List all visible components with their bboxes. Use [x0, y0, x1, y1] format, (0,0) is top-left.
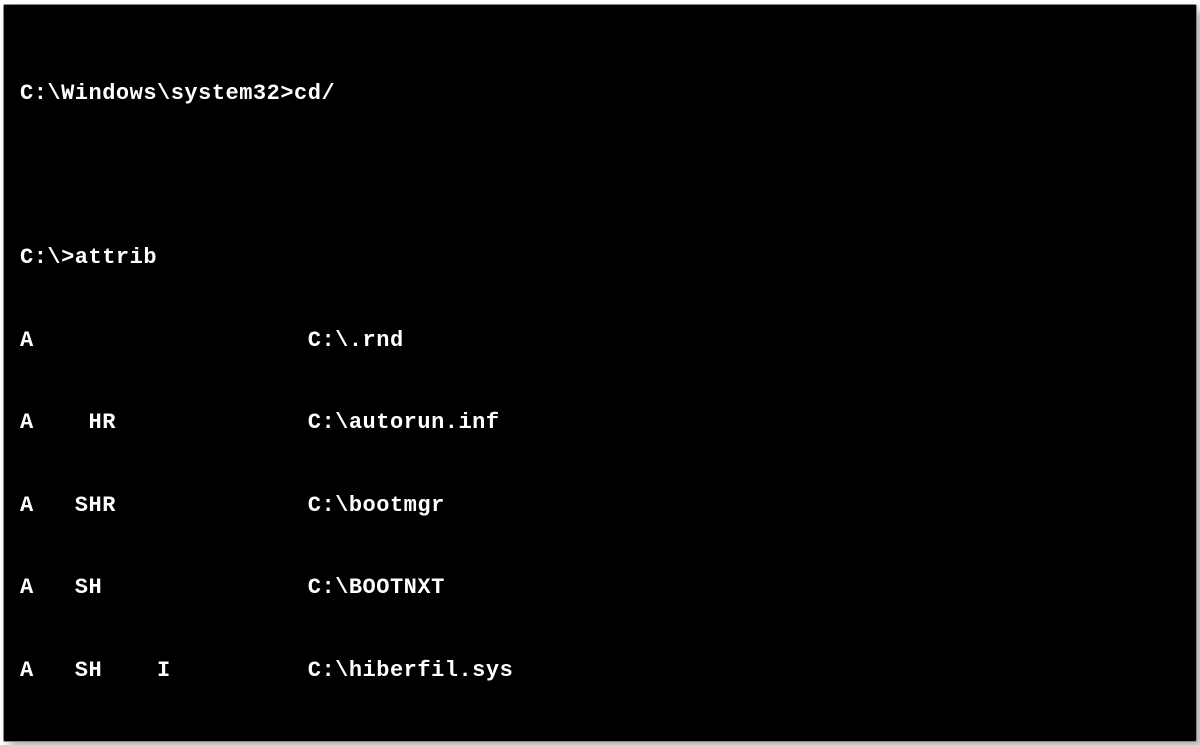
cmd-line: C:\Windows\system32>cd/ [20, 80, 1180, 108]
output-line: A SH C:\BOOTNXT [20, 574, 1180, 602]
blank-line [20, 162, 1180, 189]
terminal-output: C:\Windows\system32>cd/ C:\>attrib A C:\… [20, 25, 1180, 742]
output-line: A SHR C:\bootmgr [20, 492, 1180, 520]
cmd-line: C:\>attrib [20, 244, 1180, 272]
cmd-terminal-window[interactable]: C:\Windows\system32>cd/ C:\>attrib A C:\… [3, 4, 1197, 742]
output-line: A SH I C:\hiberfil.sys [20, 657, 1180, 685]
output-line: A C:\.rnd [20, 327, 1180, 355]
output-line: A SH C:\pagefile.sys [20, 739, 1180, 742]
output-line: A HR C:\autorun.inf [20, 409, 1180, 437]
